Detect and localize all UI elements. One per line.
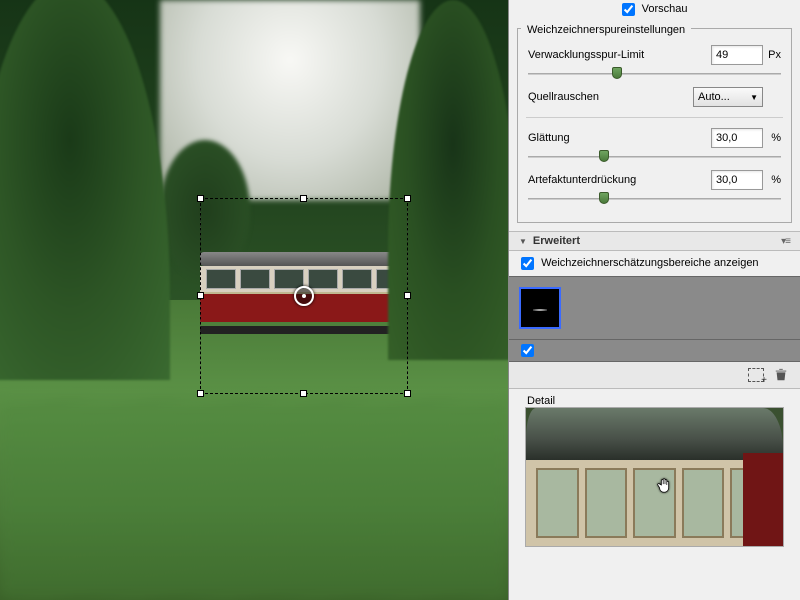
bounds-label: Verwacklungsspur-Limit <box>528 49 711 61</box>
add-region-icon[interactable] <box>748 368 764 382</box>
bounds-input[interactable] <box>711 45 763 65</box>
advanced-title: Erweitert <box>533 235 781 247</box>
chevron-down-icon: ▼ <box>750 93 758 102</box>
noise-select[interactable]: Auto... ▼ <box>693 87 763 107</box>
show-regions-text: Weichzeichnerschätzungsbereiche anzeigen <box>541 257 759 269</box>
region-thumbnails <box>509 276 800 340</box>
resize-handle-tr[interactable] <box>404 195 411 202</box>
smoothing-input[interactable] <box>711 128 763 148</box>
settings-panel: Vorschau Weichzeichnerspureinstellungen … <box>508 0 800 600</box>
smoothing-unit: % <box>763 132 781 144</box>
resize-handle-tm[interactable] <box>300 195 307 202</box>
region-toolbar <box>509 362 800 389</box>
blur-trace-group-title: Weichzeichnerspureinstellungen <box>521 24 691 36</box>
artifact-input[interactable] <box>711 170 763 190</box>
region-center-pin[interactable] <box>294 286 314 306</box>
resize-handle-ml[interactable] <box>197 292 204 299</box>
preview-label-text: Vorschau <box>642 3 688 15</box>
image-canvas[interactable] <box>0 0 508 600</box>
bounds-unit: Px <box>763 49 781 61</box>
show-regions-checkbox[interactable] <box>521 257 534 270</box>
preview-checkbox[interactable] <box>622 3 635 16</box>
blur-region-selection[interactable] <box>200 198 408 394</box>
trash-icon[interactable] <box>774 368 790 382</box>
resize-handle-br[interactable] <box>404 390 411 397</box>
blur-trace-group: Verwacklungsspur-Limit Px Quellrauschen … <box>517 28 792 223</box>
region-enable-checkbox[interactable] <box>521 344 534 357</box>
bounds-slider[interactable] <box>528 67 781 81</box>
show-regions-label[interactable]: Weichzeichnerschätzungsbereiche anzeigen <box>521 257 759 269</box>
artifact-label: Artefaktunterdrückung <box>528 174 711 186</box>
hand-cursor-icon <box>656 476 674 494</box>
noise-label: Quellrauschen <box>528 91 693 103</box>
smoothing-label: Glättung <box>528 132 711 144</box>
preview-checkbox-label[interactable]: Vorschau <box>622 3 688 15</box>
panel-menu-icon[interactable]: ▾≡ <box>781 236 790 247</box>
resize-handle-bm[interactable] <box>300 390 307 397</box>
advanced-section-header[interactable]: ▼ Erweitert ▾≡ <box>509 231 800 251</box>
detail-preview[interactable] <box>525 407 784 547</box>
artifact-unit: % <box>763 174 781 186</box>
detail-group-title: Detail <box>521 395 561 407</box>
noise-value: Auto... <box>698 91 730 103</box>
resize-handle-bl[interactable] <box>197 390 204 397</box>
smoothing-slider[interactable] <box>528 150 781 164</box>
resize-handle-mr[interactable] <box>404 292 411 299</box>
artifact-slider[interactable] <box>528 192 781 206</box>
disclosure-triangle-icon: ▼ <box>519 237 527 246</box>
resize-handle-tl[interactable] <box>197 195 204 202</box>
region-thumbnail[interactable] <box>519 287 561 329</box>
